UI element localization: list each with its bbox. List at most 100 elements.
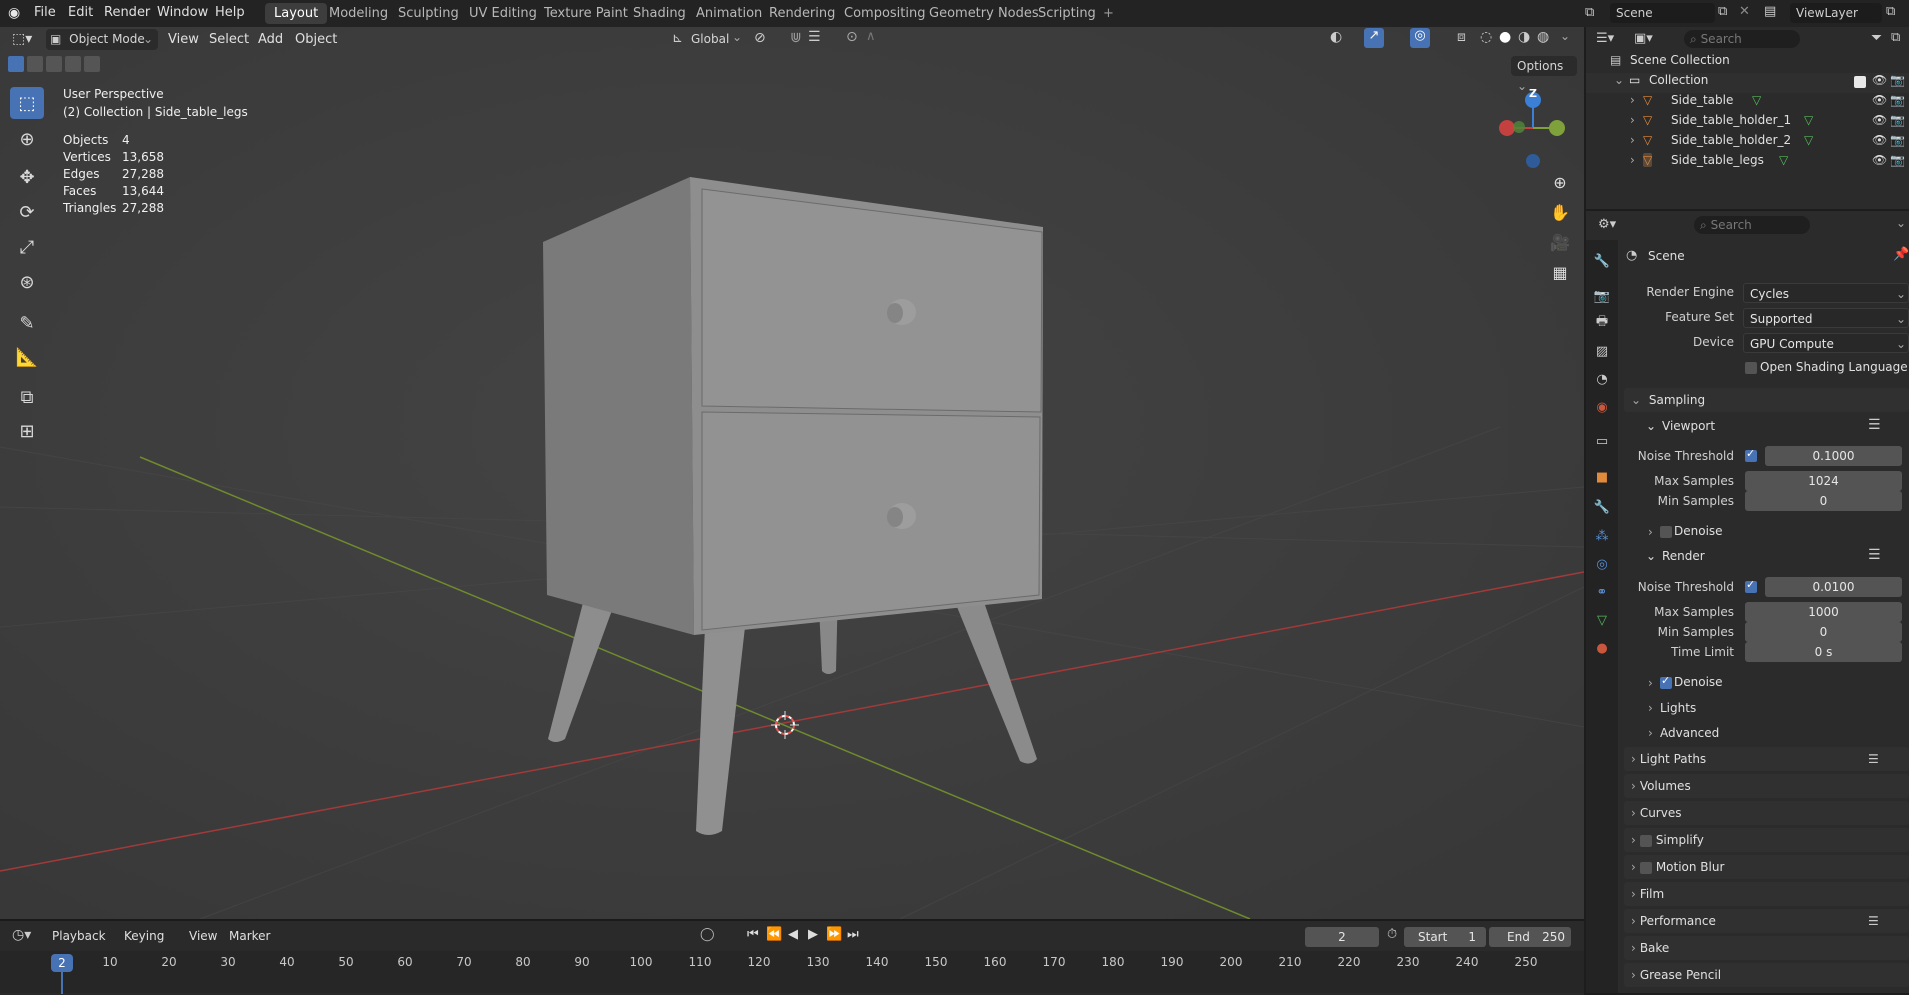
start-frame-field[interactable]: Start 1 [1404,927,1486,947]
viewport-menu-view[interactable]: View [168,32,199,47]
advanced-subpanel-label[interactable]: Advanced [1660,726,1719,740]
camera-icon[interactable]: 📷 [1890,113,1905,127]
chevron-down-icon[interactable]: ⌄ [732,30,742,44]
timeline-menu-marker[interactable]: Marker [229,929,270,943]
panel-performance[interactable]: › Performance ☰ [1624,909,1909,933]
preset-list-icon[interactable]: ☰ [1868,909,1879,933]
menu-help[interactable]: Help [215,5,245,20]
cursor-tool-icon[interactable]: ⊕ [10,123,44,155]
3d-viewport[interactable]: ⬚▾ ▣ Object Mode ⌄ View Select Add Objec… [0,27,1584,919]
panel-volumes[interactable]: › Volumes [1624,774,1909,798]
view-layer-field[interactable]: ViewLayer [1790,3,1882,23]
chevron-right-icon[interactable]: › [1648,726,1653,740]
timeline-menu-playback[interactable]: Playback [52,929,106,943]
viewport-menu-add[interactable]: Add [258,32,283,47]
playhead-marker[interactable]: 2 [51,954,73,972]
snap-icon[interactable]: ⋓ [790,30,802,46]
data-tab-icon[interactable]: ▽ [1592,610,1612,630]
tab-layout[interactable]: Layout [265,3,328,24]
menu-render[interactable]: Render [104,5,150,20]
outliner[interactable]: ☰▾ ▣▾ ⌕ Search ⏷ ⧉ ▤ Scene Collection ⌄ … [1586,27,1909,209]
chevron-right-icon[interactable]: › [1630,153,1635,167]
select-new-icon[interactable] [8,56,24,72]
blender-logo-icon[interactable]: ◉ [8,5,24,21]
display-mode-icon[interactable]: ▣▾ [1634,31,1653,46]
autokey-icon[interactable]: ◯ [700,927,715,942]
gizmo-toggle-icon[interactable]: ↗ [1364,28,1384,48]
gizmo-z-label[interactable]: Z [1529,87,1537,100]
feature-set-dropdown[interactable]: Supported ⌄ [1743,308,1909,328]
add-workspace-button[interactable]: + [1094,3,1123,24]
wireframe-shading-icon[interactable]: ◌ [1480,29,1492,45]
annotate-tool-icon[interactable]: ✎ [10,307,44,339]
tab-uv-editing[interactable]: UV Editing [460,3,546,24]
zoom-icon[interactable]: ⊕ [1547,169,1573,195]
snap-target-icon[interactable]: ☰ [808,29,821,45]
view-layer-tab-icon[interactable]: ▨ [1592,341,1612,361]
prev-keyframe-icon[interactable]: ⏪ [766,927,782,942]
lights-subpanel-label[interactable]: Lights [1660,701,1696,715]
select-extend-icon[interactable] [27,56,43,72]
vp-denoise-checkbox[interactable] [1660,526,1672,538]
editor-type-icon[interactable]: ⬚▾ [12,31,32,47]
panel-sampling[interactable]: ⌄ Sampling [1624,388,1909,412]
solid-shading-icon[interactable]: ● [1499,29,1511,45]
chevron-right-icon[interactable]: › [1630,113,1635,127]
mode-dropdown[interactable]: ▣ Object Mode ⌄ [46,29,158,50]
overlay-toggle-icon[interactable]: ◎ [1410,28,1430,48]
eye-icon[interactable]: 👁 [1872,93,1887,107]
panel-checkbox[interactable] [1639,834,1652,847]
select-subtract-icon[interactable] [46,56,62,72]
outliner-row-scene-collection[interactable]: ▤ Scene Collection [1586,53,1909,73]
eye-icon[interactable]: 👁 [1872,133,1887,147]
properties-search-input[interactable]: ⌕ Search [1694,216,1810,234]
viewport-subpanel-label[interactable]: Viewport [1662,419,1715,433]
collection-tab-icon[interactable]: ▭ [1592,431,1612,451]
osl-checkbox[interactable] [1745,362,1757,374]
outliner-row-collection[interactable]: ⌄ ▭ Collection 👁 📷 [1586,73,1909,93]
tab-texture-paint[interactable]: Texture Paint [535,3,637,24]
render-tab-icon[interactable]: 📷 [1592,286,1612,306]
eye-icon[interactable]: 👁 [1872,113,1887,127]
tool-tab-icon[interactable]: 🔧 [1592,251,1612,271]
object-tab-icon[interactable]: ■ [1592,467,1612,487]
tab-animation[interactable]: Animation [687,3,771,24]
material-tab-icon[interactable]: ● [1592,638,1612,658]
eye-icon[interactable]: 👁 [1872,153,1887,167]
vp-noise-threshold-checkbox[interactable] [1745,447,1757,462]
panel-checkbox[interactable] [1639,861,1652,874]
panel-grease-pencil[interactable]: › Grease Pencil [1624,963,1909,987]
chevron-right-icon[interactable]: › [1648,525,1653,539]
render-engine-dropdown[interactable]: Cycles ⌄ [1743,283,1909,303]
render-subpanel-label[interactable]: Render [1662,549,1705,563]
timeline[interactable]: ◷▾ Playback Keying View Marker ◯ ⏮ ⏪ ◀ ▶… [0,919,1584,995]
timeline-editor-icon[interactable]: ◷▾ [12,927,31,943]
camera-icon[interactable]: 📷 [1890,73,1905,87]
scale-tool-icon[interactable]: ⤢ [10,231,44,263]
vp-noise-threshold-field[interactable]: 0.1000 [1765,446,1902,466]
jump-end-icon[interactable]: ⏭ [847,927,859,942]
outliner-editor-icon[interactable]: ☰▾ [1596,31,1614,46]
play-icon[interactable]: ▶ [808,927,818,942]
r-noise-threshold-field[interactable]: 0.0100 [1765,577,1902,597]
new-scene-icon[interactable]: ⧉ [1718,4,1727,19]
scene-tab-icon[interactable]: ◔ [1592,369,1612,389]
add-object-tool-icon[interactable]: ⊞ [10,415,44,447]
delete-scene-icon[interactable]: ✕ [1739,4,1750,19]
select-invert-icon[interactable] [84,56,100,72]
chevron-down-icon[interactable]: ⌄ [1646,419,1656,433]
timeline-menu-view[interactable]: View [189,929,217,943]
preset-list-icon[interactable]: ☰ [1868,747,1879,771]
r-noise-threshold-checkbox[interactable] [1745,578,1757,593]
current-frame-field[interactable]: 2 [1305,927,1379,947]
outliner-row-object-active[interactable]: › ▽ Side_table_legs ▽ 👁 📷 [1586,153,1909,173]
transform-orientation-icon[interactable]: ⊾ [672,31,683,46]
eye-icon[interactable]: 👁 [1872,73,1887,87]
options-dropdown[interactable]: Options ⌄ [1511,56,1577,93]
device-dropdown[interactable]: GPU Compute ⌄ [1743,333,1909,353]
pivot-point-icon[interactable]: ⊘ [754,30,766,46]
vp-min-samples-field[interactable]: 0 [1745,491,1902,511]
play-reverse-icon[interactable]: ◀ [788,927,798,942]
preset-list-icon[interactable]: ☰ [1868,547,1881,563]
new-collection-icon[interactable]: ⧉ [1891,30,1900,45]
